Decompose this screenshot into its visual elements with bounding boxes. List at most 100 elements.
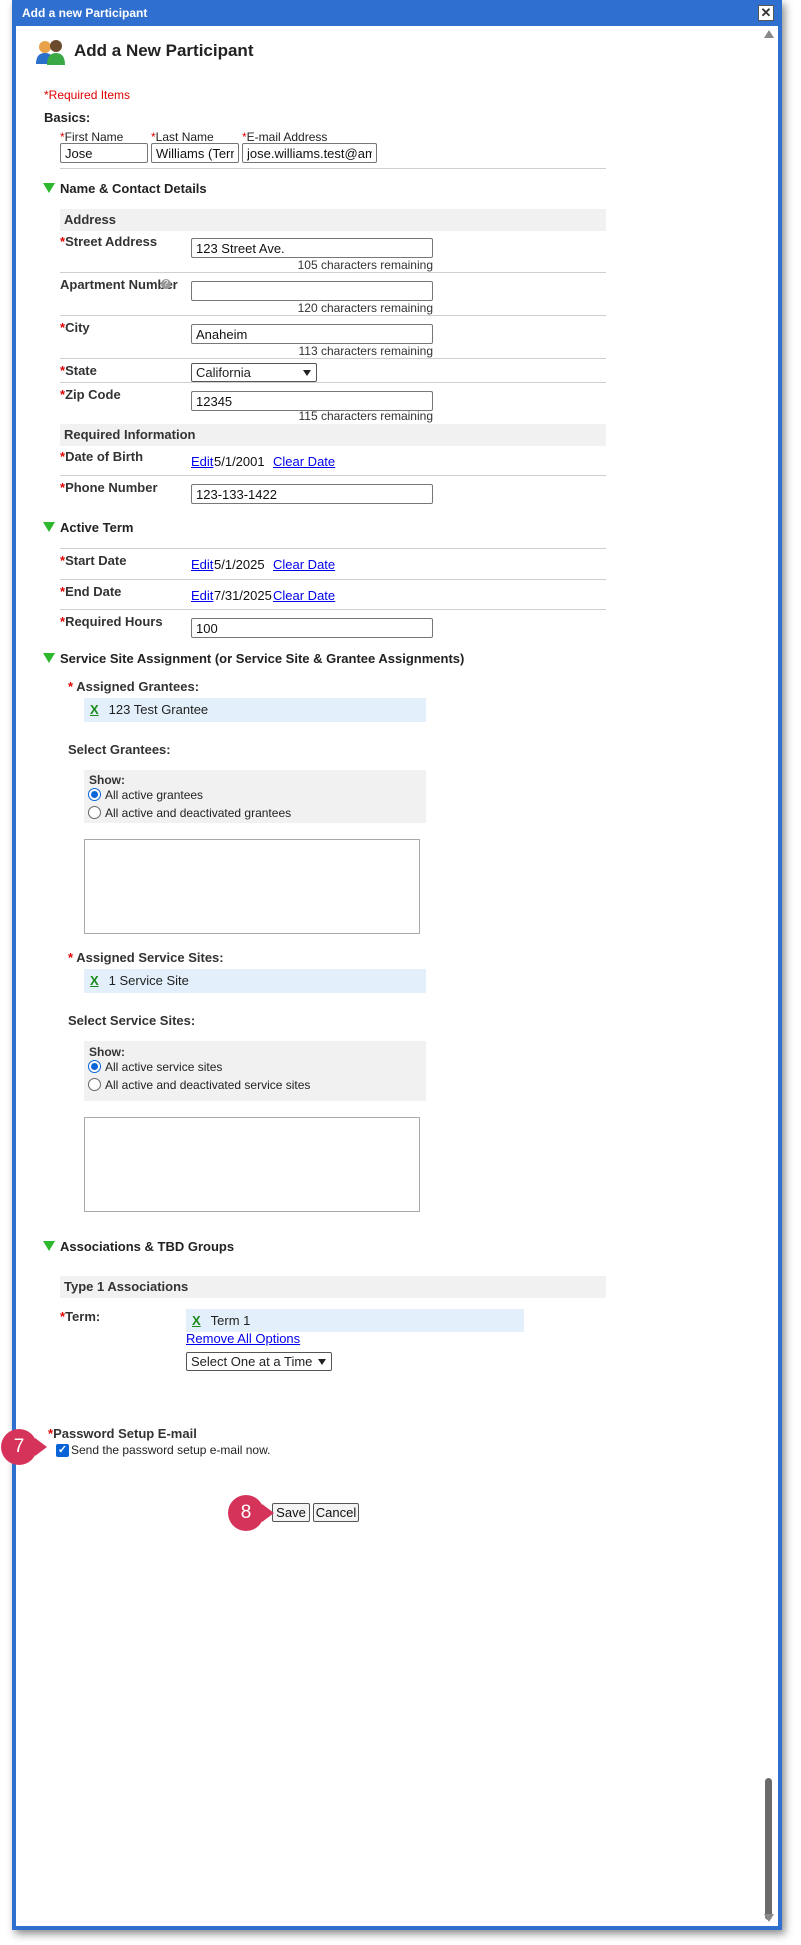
save-button[interactable]: Save — [272, 1503, 310, 1522]
zip-code-field[interactable] — [191, 391, 433, 411]
end-date-value: 7/31/2025 — [214, 588, 272, 603]
dialog-content: Add a New Participant *Required Items Ba… — [16, 26, 761, 1926]
required-hours-label: *Required Hours — [60, 614, 163, 629]
phone-label: *Phone Number — [60, 480, 158, 495]
section-toggle-icon[interactable] — [43, 183, 55, 193]
send-password-label: Send the password setup e-mail now. — [71, 1443, 271, 1457]
zip-chars-remaining: 115 characters remaining — [298, 409, 433, 423]
divider — [60, 272, 606, 273]
close-icon[interactable]: ✕ — [758, 5, 774, 21]
send-password-checkbox[interactable]: ✓ — [56, 1444, 69, 1457]
last-name-label: *Last Name — [151, 130, 214, 144]
end-date-label: *End Date — [60, 584, 122, 599]
section-toggle-icon[interactable] — [43, 653, 55, 663]
section-toggle-icon[interactable] — [43, 522, 55, 532]
last-name-field[interactable] — [151, 143, 239, 163]
select-sites-label: Select Service Sites: — [68, 1013, 196, 1028]
assigned-grantee-name: 123 Test Grantee — [108, 702, 209, 717]
grantee-listbox[interactable] — [84, 839, 420, 934]
dob-clear-link[interactable]: Clear Date — [273, 454, 335, 469]
required-info-header: Required Information — [60, 424, 606, 446]
radio-all-sites[interactable] — [88, 1078, 101, 1091]
radio-all-active-grantees[interactable] — [88, 788, 101, 801]
term-select[interactable]: Select One at a Time — [186, 1352, 332, 1371]
scrollbar-thumb[interactable] — [765, 1778, 772, 1920]
remove-all-options-link[interactable]: Remove All Options — [186, 1331, 300, 1346]
zip-label: *Zip Code — [60, 387, 121, 402]
end-date-edit-link[interactable]: Edit — [191, 588, 213, 603]
service-section-title[interactable]: Service Site Assignment (or Service Site… — [60, 651, 464, 666]
term-select-placeholder: Select One at a Time — [191, 1354, 313, 1369]
end-date-clear-link[interactable]: Clear Date — [273, 588, 335, 603]
dob-label: *Date of Birth — [60, 449, 144, 464]
dialog-window: Add a new Participant ✕ Add a New Partic… — [12, 0, 782, 1930]
assigned-site-item: X 1 Service Site — [84, 969, 426, 993]
dialog-title: Add a new Participant — [22, 6, 148, 20]
scroll-up-icon[interactable] — [764, 30, 774, 38]
divider — [60, 382, 606, 383]
city-field[interactable] — [191, 324, 433, 344]
dob-edit-link[interactable]: Edit — [191, 454, 213, 469]
step-badge-7: 7 — [1, 1429, 37, 1465]
help-icon[interactable]: ? — [161, 279, 171, 289]
step-badge-8: 8 — [228, 1495, 264, 1531]
first-name-field[interactable] — [60, 143, 148, 163]
divider — [60, 579, 606, 580]
city-chars-remaining: 113 characters remaining — [298, 344, 433, 358]
start-date-value: 5/1/2025 — [214, 557, 265, 572]
email-field[interactable] — [242, 143, 377, 163]
step-arrow-icon — [262, 1504, 274, 1522]
grantee-show-filter: Show: All active grantees All active and… — [84, 770, 426, 823]
divider — [60, 358, 606, 359]
radio-label: All active grantees — [105, 788, 204, 802]
dob-value: 5/1/2001 — [214, 454, 265, 469]
remove-site-button[interactable]: X — [90, 973, 99, 988]
site-show-label: Show: — [89, 1045, 125, 1059]
cancel-button[interactable]: Cancel — [313, 1503, 359, 1522]
remove-term-button[interactable]: X — [192, 1313, 201, 1328]
radio-all-grantees[interactable] — [88, 806, 101, 819]
state-select[interactable]: California — [191, 363, 317, 382]
city-label: *City — [60, 320, 90, 335]
start-date-clear-link[interactable]: Clear Date — [273, 557, 335, 572]
page-title: Add a New Participant — [74, 41, 254, 60]
radio-label: All active and deactivated grantees — [105, 806, 292, 820]
radio-label: All active and deactivated service sites — [105, 1078, 311, 1092]
remove-grantee-button[interactable]: X — [90, 702, 99, 717]
scroll-down-icon[interactable] — [764, 1914, 774, 1922]
assigned-term-item: X Term 1 — [186, 1309, 524, 1332]
start-date-edit-link[interactable]: Edit — [191, 557, 213, 572]
participants-icon — [36, 40, 65, 65]
apartment-chars-remaining: 120 characters remaining — [297, 301, 433, 315]
basics-label: Basics: — [44, 110, 91, 125]
contact-section-title[interactable]: Name & Contact Details — [60, 181, 207, 196]
associations-section-title[interactable]: Associations & TBD Groups — [60, 1239, 234, 1254]
street-address-field[interactable] — [191, 238, 433, 258]
assigned-site-name: 1 Service Site — [108, 973, 189, 988]
section-toggle-icon[interactable] — [43, 1241, 55, 1251]
divider — [60, 609, 606, 610]
grantee-show-label: Show: — [89, 773, 125, 787]
vertical-scrollbar[interactable] — [760, 26, 778, 1926]
dialog-titlebar: Add a new Participant ✕ — [16, 0, 778, 26]
select-grantees-label: Select Grantees: — [68, 742, 171, 757]
state-selected-value: California — [196, 365, 251, 380]
divider — [60, 315, 606, 316]
step-arrow-icon — [35, 1438, 47, 1456]
divider — [60, 475, 606, 476]
assigned-grantee-item: X 123 Test Grantee — [84, 698, 426, 722]
assigned-term-name: Term 1 — [210, 1313, 251, 1328]
required-hours-field[interactable] — [191, 618, 433, 638]
divider — [60, 548, 606, 549]
chevron-down-icon — [303, 370, 311, 376]
email-label: *E-mail Address — [242, 130, 328, 144]
street-chars-remaining: 105 characters remaining — [297, 258, 433, 272]
apartment-number-field[interactable] — [191, 281, 433, 301]
type1-associations-header: Type 1 Associations — [60, 1276, 606, 1298]
radio-all-active-sites[interactable] — [88, 1060, 101, 1073]
term-section-title[interactable]: Active Term — [60, 520, 133, 535]
state-label: *State — [60, 363, 97, 378]
site-listbox[interactable] — [84, 1117, 420, 1212]
phone-number-field[interactable] — [191, 484, 433, 504]
street-label: *Street Address — [60, 234, 158, 249]
